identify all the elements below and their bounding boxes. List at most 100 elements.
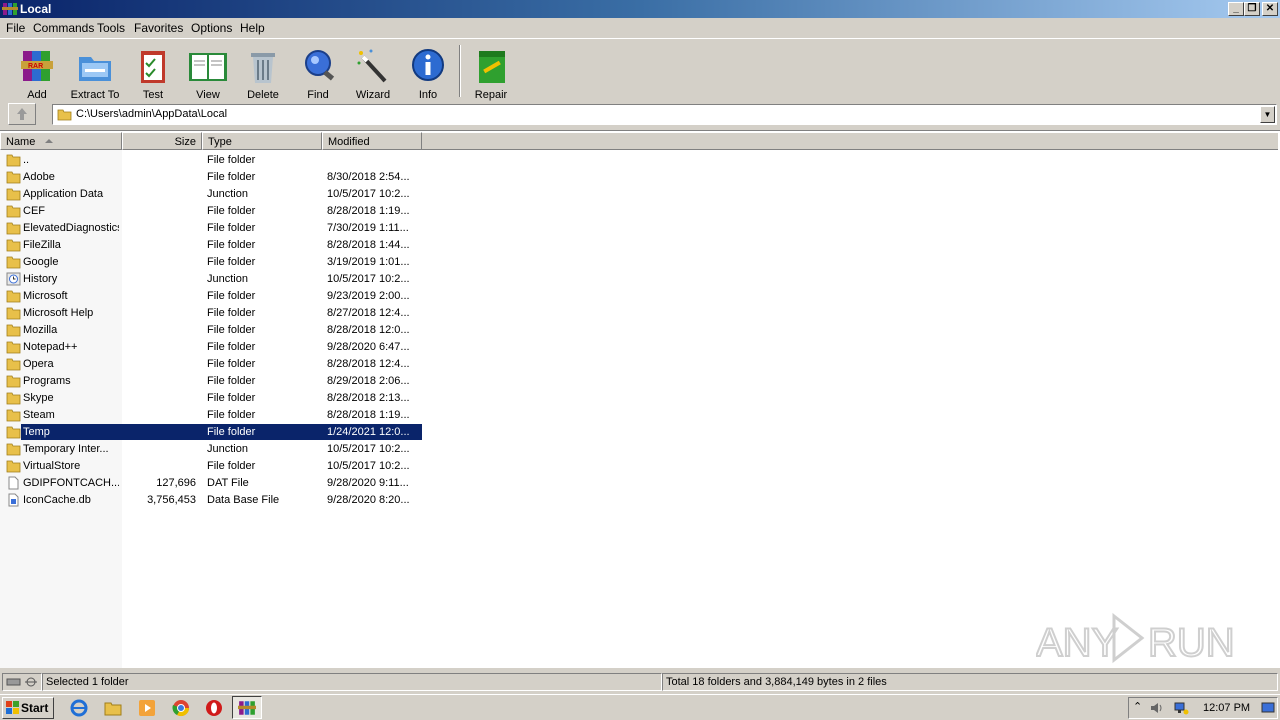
tray-expand-icon[interactable]: ⌃ <box>1133 700 1142 713</box>
anyrun-watermark-logo: ANY RUN <box>1036 612 1236 666</box>
svg-text:RUN: RUN <box>1148 621 1235 665</box>
test-clipboard-icon <box>141 51 165 83</box>
file-name: Adobe <box>23 171 55 183</box>
restore-button[interactable]: ❐ <box>1244 2 1260 16</box>
repair-button[interactable]: Repair <box>468 45 514 101</box>
file-list[interactable]: Name Size Type Modified .. File folder Ado… <box>0 130 1280 668</box>
svg-text:RAR: RAR <box>28 63 43 70</box>
internet-explorer-icon[interactable] <box>70 699 88 717</box>
file-row[interactable]: VirtualStore File folder 10/5/2017 10:2... <box>0 458 422 475</box>
windows-logo-icon <box>6 701 19 714</box>
chrome-icon[interactable] <box>172 699 190 717</box>
file-row[interactable]: Temp File folder 1/24/2021 12:0... <box>0 424 422 441</box>
minimize-button[interactable]: _ <box>1228 2 1244 16</box>
file-row[interactable]: Temporary Inter... Junction 10/5/2017 10:2… <box>0 441 422 458</box>
file-row[interactable]: Google File folder 3/19/2019 1:01... <box>0 254 422 271</box>
file-row[interactable]: Skype File folder 8/28/2018 2:13... <box>0 390 422 407</box>
file-name: VirtualStore <box>23 460 81 472</box>
toolbar: RAR Add Extract To Test View Delete Find… <box>0 38 1280 101</box>
folder-icon <box>57 109 72 121</box>
file-modified: 8/30/2018 2:54... <box>327 171 410 183</box>
file-row[interactable]: Mozilla File folder 8/28/2018 12:0... <box>0 322 422 339</box>
add-button[interactable]: RAR Add <box>12 45 62 101</box>
start-button[interactable]: Start <box>2 697 54 719</box>
menu-help[interactable]: Help <box>240 21 265 35</box>
address-row: C:\Users\admin\AppData\Local ▼ <box>0 101 1280 127</box>
file-row[interactable]: Microsoft File folder 9/23/2019 2:00... <box>0 288 422 305</box>
file-row[interactable]: Opera File folder 8/28/2018 12:4... <box>0 356 422 373</box>
folder-icon <box>6 255 21 269</box>
title-bar: Local _ ❐ ✕ <box>0 0 1280 18</box>
file-type: File folder <box>207 239 256 251</box>
file-row[interactable]: Notepad++ File folder 9/28/2020 6:47... <box>0 339 422 356</box>
column-modified-label: Modified <box>328 136 370 148</box>
up-folder-button[interactable] <box>8 103 36 125</box>
wizard-button[interactable]: Wizard <box>350 45 396 101</box>
address-dropdown-button[interactable]: ▼ <box>1260 106 1275 123</box>
info-label: Info <box>418 89 438 101</box>
file-row[interactable]: Microsoft Help File folder 8/27/2018 12:4.… <box>0 305 422 322</box>
file-row[interactable]: Adobe File folder 8/30/2018 2:54... <box>0 169 422 186</box>
menu-commands[interactable]: Commands <box>33 21 94 35</box>
file-row[interactable]: Programs File folder 8/29/2018 2:06... <box>0 373 422 390</box>
column-header-name[interactable]: Name <box>0 132 122 150</box>
file-name: Programs <box>23 375 71 387</box>
find-button[interactable]: Find <box>296 45 340 101</box>
column-header-size[interactable]: Size <box>122 132 202 150</box>
file-row[interactable]: FileZilla File folder 8/28/2018 1:44... <box>0 237 422 254</box>
winrar-taskbar-button[interactable] <box>232 696 262 719</box>
show-desktop-icon[interactable] <box>1261 702 1275 714</box>
file-row[interactable]: ElevatedDiagnostics File folder 7/30/2019 … <box>0 220 422 237</box>
file-name: Microsoft <box>23 290 68 302</box>
menu-tools[interactable]: Tools <box>97 21 125 35</box>
volume-icon[interactable] <box>1149 701 1165 715</box>
menu-favorites[interactable]: Favorites <box>134 21 183 35</box>
folder-icon <box>6 238 21 252</box>
status-bar: Selected 1 folder Total 18 folders and 3… <box>0 671 1280 693</box>
folder-icon <box>6 442 21 456</box>
file-row[interactable]: IconCache.db 3,756,453 Data Base File 9/28/… <box>0 492 422 509</box>
winrar-icon <box>238 701 256 715</box>
file-type: File folder <box>207 409 256 421</box>
system-tray: ⌃ 12:07 PM <box>1128 697 1278 719</box>
drive-status-pane <box>2 673 42 691</box>
view-button[interactable]: View <box>184 45 232 101</box>
column-header-type[interactable]: Type <box>202 132 322 150</box>
file-explorer-icon[interactable] <box>104 699 122 717</box>
wizard-label: Wizard <box>355 89 391 101</box>
file-row[interactable]: History Junction 10/5/2017 10:2... <box>0 271 422 288</box>
close-button[interactable]: ✕ <box>1262 2 1278 16</box>
file-modified: 9/23/2019 2:00... <box>327 290 410 302</box>
file-row[interactable]: CEF File folder 8/28/2018 1:19... <box>0 203 422 220</box>
add-archive-icon: RAR <box>21 51 53 81</box>
menu-file[interactable]: File <box>6 21 25 35</box>
network-icon[interactable] <box>1173 701 1189 715</box>
toolbar-separator <box>459 45 461 97</box>
folder-icon <box>6 357 21 371</box>
file-modified: 8/28/2018 12:0... <box>327 324 410 336</box>
status-selection: Selected 1 folder <box>42 673 662 691</box>
test-button[interactable]: Test <box>130 45 176 101</box>
media-player-icon[interactable] <box>138 699 156 717</box>
column-header-modified[interactable]: Modified <box>322 132 422 150</box>
file-modified: 8/29/2018 2:06... <box>327 375 410 387</box>
database-file-icon <box>6 493 21 507</box>
file-type: File folder <box>207 171 256 183</box>
file-row[interactable]: .. File folder <box>0 152 422 169</box>
start-label: Start <box>21 701 49 715</box>
menu-options[interactable]: Options <box>191 21 232 35</box>
opera-icon[interactable] <box>205 699 223 717</box>
file-name: Steam <box>23 409 55 421</box>
extract-to-button[interactable]: Extract To <box>66 45 124 101</box>
folder-icon <box>6 408 21 422</box>
file-modified: 9/28/2020 8:20... <box>327 494 410 506</box>
info-button[interactable]: Info <box>406 45 450 101</box>
file-row[interactable]: GDIPFONTCACH... 127,696 DAT File 9/28/2020 … <box>0 475 422 492</box>
address-field[interactable]: C:\Users\admin\AppData\Local ▼ <box>52 104 1277 125</box>
file-row[interactable]: Application Data Junction 10/5/2017 10:2..… <box>0 186 422 203</box>
file-type: File folder <box>207 358 256 370</box>
folder-icon <box>6 204 21 218</box>
file-row[interactable]: Steam File folder 8/28/2018 1:19... <box>0 407 422 424</box>
delete-button[interactable]: Delete <box>240 45 286 101</box>
file-modified: 9/28/2020 9:11... <box>327 477 409 489</box>
